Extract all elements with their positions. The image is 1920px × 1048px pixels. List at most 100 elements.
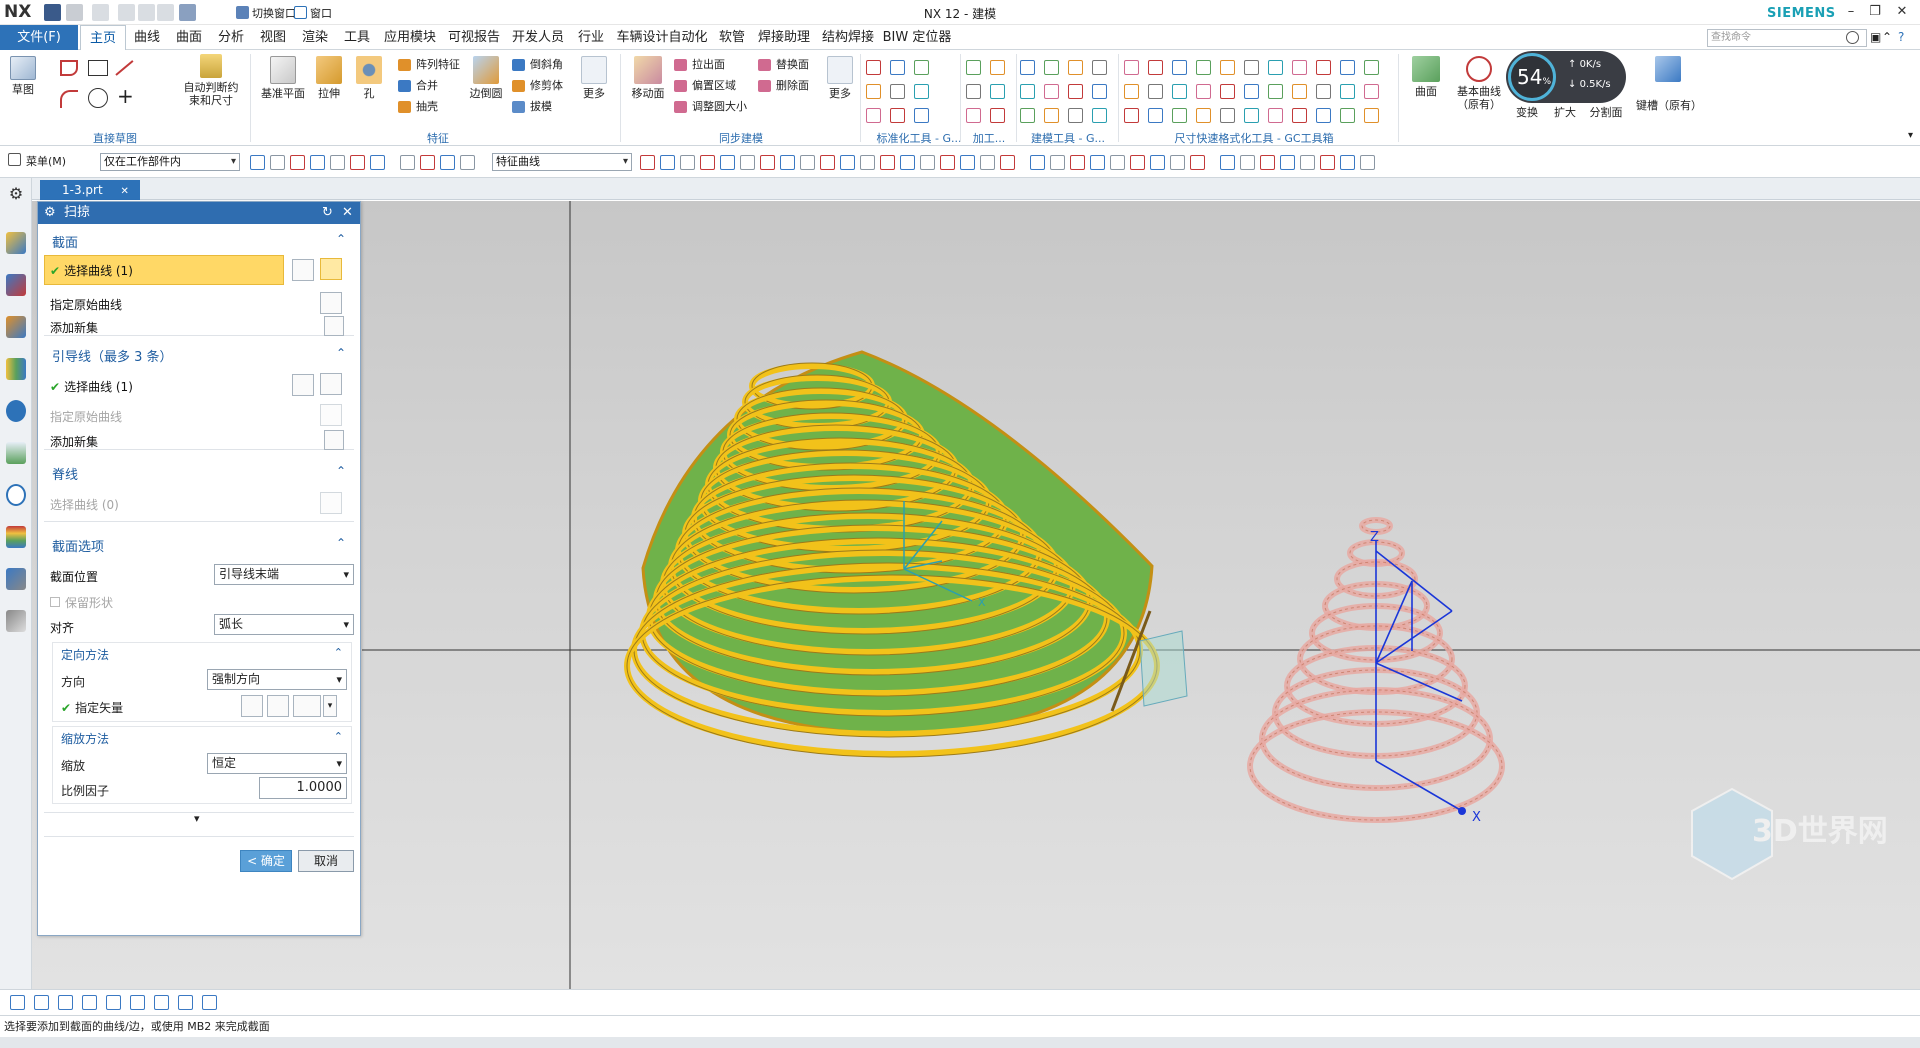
toolbar-icon[interactable] xyxy=(350,155,365,170)
guides-select-curve-label[interactable]: 选择曲线 (1) xyxy=(64,380,133,394)
tab-10[interactable]: 行业 xyxy=(570,25,612,50)
tab-13[interactable]: 焊接助理 xyxy=(752,25,816,50)
factor-input[interactable]: 1.0000 xyxy=(259,777,347,799)
select-curve-icon[interactable] xyxy=(320,258,342,280)
gc-tool-icon[interactable] xyxy=(866,60,881,75)
section-options-header[interactable]: 截面选项 xyxy=(52,536,104,555)
toolbar-icon[interactable] xyxy=(1220,155,1235,170)
palette-icon[interactable] xyxy=(6,526,26,548)
toolbar-icon[interactable] xyxy=(640,155,655,170)
gc-tool-icon[interactable] xyxy=(1148,108,1163,123)
tab-8[interactable]: 可视报告 xyxy=(442,25,506,50)
divide-face-button[interactable]: 分割面 xyxy=(1586,106,1626,119)
gc-tool-icon[interactable] xyxy=(1364,60,1379,75)
select-curve-icon[interactable] xyxy=(320,373,342,395)
part-navigator-icon[interactable] xyxy=(6,232,26,254)
gc-tool-icon[interactable] xyxy=(1316,108,1331,123)
gc-tool-icon[interactable] xyxy=(866,84,881,99)
vector-dropdown-icon[interactable]: ▾ xyxy=(323,695,337,717)
restore-button[interactable]: ❐ xyxy=(1864,3,1886,21)
keyway-button[interactable]: 键槽（原有） xyxy=(1636,56,1702,112)
alignment-select[interactable]: 弧长 xyxy=(214,614,354,635)
gc-tool-icon[interactable] xyxy=(1044,60,1059,75)
circle-icon[interactable] xyxy=(88,88,108,108)
ok-button[interactable]: < 确定 > xyxy=(240,850,292,888)
gc-tool-icon[interactable] xyxy=(1268,60,1283,75)
ribbon-options-icon[interactable]: ▾ xyxy=(1908,130,1913,141)
snap-point-icon[interactable] xyxy=(82,995,97,1010)
gc-tool-icon[interactable] xyxy=(1044,84,1059,99)
array-feature-button[interactable]: 阵列特征 xyxy=(396,56,460,74)
toolbar-icon[interactable] xyxy=(1240,155,1255,170)
datum-plane-button[interactable]: 基准平面 xyxy=(258,56,308,100)
help-icon[interactable]: ? xyxy=(1898,30,1904,44)
pull-face-button[interactable]: 拉出面 xyxy=(672,56,725,74)
direction-select[interactable]: 强制方向 xyxy=(207,669,347,690)
shell-button[interactable]: 抽壳 xyxy=(396,98,438,116)
more-features-button[interactable]: 更多 xyxy=(574,56,614,100)
gc-tool-icon[interactable] xyxy=(1172,108,1187,123)
dialog-close-icon[interactable]: ✕ xyxy=(342,202,353,224)
toolbar-icon[interactable] xyxy=(960,155,975,170)
replace-face-button[interactable]: 替换面 xyxy=(756,56,809,74)
close-tab-icon[interactable]: ✕ xyxy=(121,186,129,197)
toolbar-icon[interactable] xyxy=(720,155,735,170)
gc-tool-icon[interactable] xyxy=(966,84,981,99)
toolbar-icon[interactable] xyxy=(940,155,955,170)
command-search-input[interactable]: 查找命令 xyxy=(1707,29,1867,47)
toolbar-icon[interactable] xyxy=(1110,155,1125,170)
tab-15[interactable]: BIW 定位器 xyxy=(880,25,954,50)
toolbar-icon[interactable] xyxy=(1000,155,1015,170)
draft-button[interactable]: 拔模 xyxy=(510,98,552,116)
toolbar-icon[interactable] xyxy=(1150,155,1165,170)
snap-point-icon[interactable] xyxy=(106,995,121,1010)
more-options-icon[interactable]: ▾ xyxy=(194,812,200,825)
tab-2[interactable]: 曲面 xyxy=(168,25,210,50)
toolbar-icon[interactable] xyxy=(1070,155,1085,170)
reuse-library-icon[interactable] xyxy=(6,358,26,380)
origin-curve-icon[interactable] xyxy=(320,292,342,314)
toolbar-icon[interactable] xyxy=(1300,155,1315,170)
toolbar-icon[interactable] xyxy=(780,155,795,170)
toolbar-icon[interactable] xyxy=(1130,155,1145,170)
auto-constraint-button[interactable]: 自动判断约 束和尺寸 xyxy=(176,54,246,107)
file-tab[interactable]: 文件(F) xyxy=(0,25,78,50)
gc-tool-icon[interactable] xyxy=(866,108,881,123)
gc-tool-icon[interactable] xyxy=(1364,108,1379,123)
spine-collapse-icon[interactable]: ⌃ xyxy=(336,464,346,478)
toolbar-icon[interactable] xyxy=(680,155,695,170)
tab-11[interactable]: 车辆设计自动化 xyxy=(612,25,712,50)
dialog-gear-icon[interactable]: ⚙ xyxy=(44,202,56,224)
toolbar-icon[interactable] xyxy=(740,155,755,170)
gc-tool-icon[interactable] xyxy=(1364,84,1379,99)
gc-tool-icon[interactable] xyxy=(1268,84,1283,99)
gc-tool-icon[interactable] xyxy=(1172,60,1187,75)
gc-tool-icon[interactable] xyxy=(990,84,1005,99)
extrude-button[interactable]: 拉伸 xyxy=(312,56,346,100)
toolbar-icon[interactable] xyxy=(760,155,775,170)
toolbar-icon[interactable] xyxy=(420,155,435,170)
gc-tool-icon[interactable] xyxy=(1196,84,1211,99)
offset-region-button[interactable]: 偏置区域 xyxy=(672,77,736,95)
history-icon[interactable] xyxy=(6,484,26,506)
toolbar-icon[interactable] xyxy=(250,155,265,170)
scaling-header[interactable]: 缩放方法 xyxy=(61,730,109,747)
toolbar-icon[interactable] xyxy=(270,155,285,170)
window-layout-icon[interactable]: ▣ xyxy=(1870,30,1881,44)
toolbar-icon[interactable] xyxy=(440,155,455,170)
gc-tool-icon[interactable] xyxy=(914,84,929,99)
gc-tool-icon[interactable] xyxy=(990,108,1005,123)
snap-point-icon[interactable] xyxy=(10,995,25,1010)
gc-tool-icon[interactable] xyxy=(1292,108,1307,123)
surface-button[interactable]: 曲面 xyxy=(1404,56,1448,98)
vector-dialog-icon[interactable] xyxy=(267,695,289,717)
toolbar-icon[interactable] xyxy=(800,155,815,170)
gc-tool-icon[interactable] xyxy=(966,60,981,75)
toolbar-icon[interactable] xyxy=(660,155,675,170)
assembly-navigator-icon[interactable] xyxy=(6,274,26,296)
section-options-collapse-icon[interactable]: ⌃ xyxy=(336,536,346,550)
profile-icon[interactable] xyxy=(60,60,78,76)
gc-tool-icon[interactable] xyxy=(1340,60,1355,75)
toolbar-icon[interactable] xyxy=(1090,155,1105,170)
role-icon[interactable] xyxy=(6,610,26,632)
